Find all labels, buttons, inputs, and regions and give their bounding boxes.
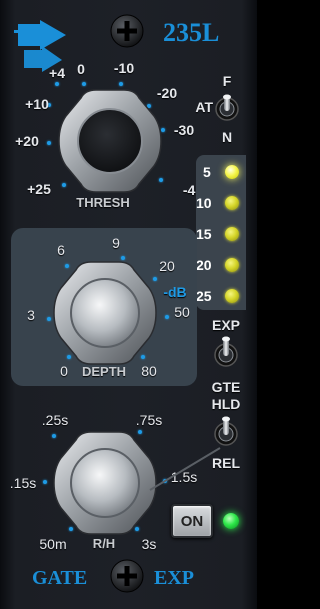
power-on-button[interactable]: ON (171, 504, 213, 538)
scale-dot (43, 480, 47, 484)
depth-scale-label: 50 (174, 304, 190, 320)
release-knob-label: R/H (92, 536, 116, 551)
thresh-scale-label: +10 (25, 96, 49, 112)
meter-led (225, 227, 239, 241)
attack-label: AT (195, 99, 213, 115)
mode-exp-label: EXP (211, 317, 241, 333)
release-scale-label: 50m (39, 536, 67, 552)
meter-label: 10 (196, 195, 212, 211)
expander-gate-module: 235L +4 0 -10 -20 -30 -45 +25 +20 +10 TH… (0, 0, 257, 609)
footer-gate-label: GATE (32, 567, 88, 589)
model-name: 235L (163, 18, 220, 47)
meter-led (225, 289, 239, 303)
bottom-screw-icon (110, 559, 144, 593)
depth-label: DEPTH (81, 364, 127, 379)
power-led (223, 513, 239, 529)
thresh-scale-label: +25 (27, 181, 51, 197)
release-scale-label: 1.5s (170, 469, 198, 485)
footer-exp-label: EXP (154, 567, 194, 589)
threshold-knob[interactable] (55, 86, 165, 196)
hold-label: HLD (211, 396, 241, 412)
meter-label: 25 (196, 288, 212, 304)
thresh-scale-label: -10 (113, 60, 135, 76)
release-label: REL (212, 455, 240, 471)
depth-scale-label: 20 (159, 258, 175, 274)
attack-fast-label: F (222, 73, 232, 89)
attack-toggle-switch[interactable] (215, 92, 239, 126)
depth-scale-label: 3 (27, 307, 35, 323)
depth-knob[interactable] (50, 258, 160, 368)
meter-label: 15 (196, 226, 212, 242)
top-screw-icon (110, 14, 144, 48)
meter-led (225, 258, 239, 272)
release-scale-label: .25s (41, 412, 69, 428)
thresh-scale-label: 0 (77, 61, 85, 77)
mode-toggle-switch[interactable] (214, 335, 238, 373)
mode-gate-label: GTE (211, 379, 241, 395)
depth-unit-label: -dB (163, 284, 187, 300)
depth-scale-label: 9 (112, 235, 120, 251)
depth-scale-label: 6 (57, 242, 65, 258)
meter-label: 5 (203, 164, 211, 180)
attack-normal-label: N (221, 129, 233, 145)
scale-dot (165, 315, 169, 319)
scale-dot (47, 141, 51, 145)
release-scale-label: .15s (9, 475, 37, 491)
hold-release-toggle-switch[interactable] (214, 414, 238, 454)
release-scale-label: 3s (141, 536, 157, 552)
thresh-scale-label: +4 (49, 65, 65, 81)
thresh-scale-label: +20 (15, 133, 39, 149)
meter-label: 20 (196, 257, 212, 273)
meter-led (225, 165, 239, 179)
meter-led (225, 196, 239, 210)
release-hold-knob[interactable] (50, 428, 221, 538)
thresh-scale-label: -30 (173, 122, 195, 138)
release-scale-label: .75s (135, 412, 163, 428)
threshold-label: THRESH (76, 195, 130, 210)
